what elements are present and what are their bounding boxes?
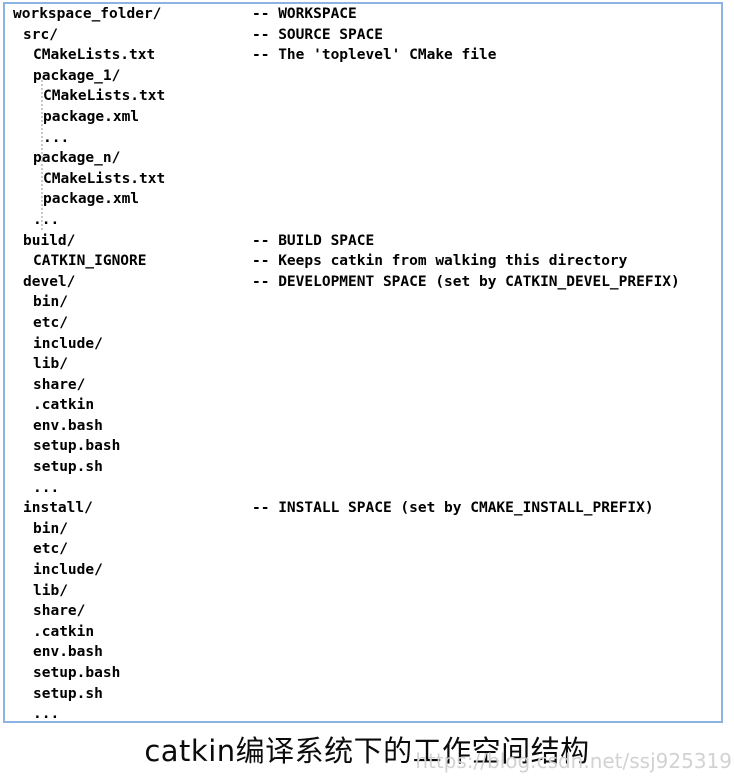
tree-line-path: package_1/ bbox=[33, 67, 121, 84]
tree-line-path: devel/ bbox=[23, 273, 76, 290]
tree-line: package_1/ bbox=[5, 66, 721, 87]
tree-line-path: etc/ bbox=[33, 314, 68, 331]
tree-line-path: workspace_folder/ bbox=[13, 6, 162, 22]
tree-line: .catkin bbox=[5, 622, 721, 643]
tree-line-comment: -- WORKSPACE bbox=[252, 6, 357, 22]
tree-line: include/ bbox=[5, 334, 721, 355]
figure-caption: catkin编译系统下的工作空间结构 bbox=[144, 734, 590, 768]
tree-line: env.bash bbox=[5, 416, 721, 437]
tree-line: CMakeLists.txt -- The 'toplevel' CMake fi… bbox=[5, 45, 721, 66]
tree-line: ... bbox=[5, 128, 721, 149]
tree-line-path: CMakeLists.txt bbox=[43, 88, 166, 105]
tree-line: lib/ bbox=[5, 581, 721, 602]
tree-line-comment: -- DEVELOPMENT SPACE (set by CATKIN_DEVE… bbox=[252, 273, 680, 290]
workspace-structure-panel: workspace_folder/ -- WORKSPACE src/ -- SOUR… bbox=[3, 2, 723, 723]
directory-tree-listing: workspace_folder/ -- WORKSPACE src/ -- SOUR… bbox=[5, 4, 721, 723]
tree-line-path: build/ bbox=[23, 232, 76, 249]
tree-line: etc/ bbox=[5, 539, 721, 560]
tree-line: devel/ -- DEVELOPMENT SPACE (set by CATKI… bbox=[5, 272, 721, 293]
tree-line-path: CMakeLists.txt bbox=[33, 47, 156, 64]
tree-line-comment: -- Keeps catkin from walking this direct… bbox=[252, 253, 628, 270]
tree-line-path: etc/ bbox=[33, 541, 68, 558]
tree-line-path: ... bbox=[33, 211, 60, 228]
tree-line-path: share/ bbox=[33, 376, 86, 393]
tree-line: package.xml bbox=[5, 107, 721, 128]
tree-line-path: setup.sh bbox=[33, 685, 103, 702]
tree-line: lib/ bbox=[5, 354, 721, 375]
tree-line-path: CMakeLists.txt bbox=[43, 170, 166, 187]
tree-line-comment: -- The 'toplevel' CMake file bbox=[252, 47, 497, 64]
tree-line-path: package_n/ bbox=[33, 150, 121, 167]
tree-line-path: ... bbox=[33, 479, 60, 496]
tree-line: .catkin bbox=[5, 395, 721, 416]
tree-line-path: lib/ bbox=[33, 356, 68, 373]
tree-line-path: CATKIN_IGNORE bbox=[33, 253, 147, 270]
tree-line: ... bbox=[5, 704, 721, 723]
tree-line-path: setup.bash bbox=[33, 665, 121, 681]
tree-line: setup.bash bbox=[5, 663, 721, 684]
tree-line: build/ -- BUILD SPACE bbox=[5, 231, 721, 252]
tree-line-path: .catkin bbox=[33, 623, 95, 640]
tree-line-path: setup.sh bbox=[33, 459, 103, 476]
tree-line-path: ... bbox=[33, 706, 60, 723]
tree-line-path: lib/ bbox=[33, 582, 68, 599]
tree-line-path: bin/ bbox=[33, 294, 68, 311]
tree-line: share/ bbox=[5, 601, 721, 622]
tree-line-path: share/ bbox=[33, 603, 86, 620]
tree-line: package.xml bbox=[5, 189, 721, 210]
tree-line-comment: -- SOURCE SPACE bbox=[252, 26, 383, 43]
tree-line-comment: -- INSTALL SPACE (set by CMAKE_INSTALL_P… bbox=[252, 500, 654, 517]
tree-line: setup.sh bbox=[5, 684, 721, 705]
tree-line: bin/ bbox=[5, 519, 721, 540]
tree-line: setup.bash bbox=[5, 436, 721, 457]
tree-line: include/ bbox=[5, 560, 721, 581]
tree-line: CATKIN_IGNORE -- Keeps catkin from walkin… bbox=[5, 251, 721, 272]
tree-line-path: package.xml bbox=[43, 108, 140, 125]
tree-line: workspace_folder/ -- WORKSPACE bbox=[5, 4, 721, 25]
tree-line-path: include/ bbox=[33, 562, 103, 579]
tree-line-path: env.bash bbox=[33, 644, 103, 661]
tree-line-path: .catkin bbox=[33, 397, 95, 414]
tree-line-path: include/ bbox=[33, 335, 103, 352]
tree-line: src/ -- SOURCE SPACE bbox=[5, 25, 721, 46]
tree-line: ... bbox=[5, 478, 721, 499]
tree-line: env.bash bbox=[5, 642, 721, 663]
tree-line-path: src/ bbox=[23, 26, 58, 43]
tree-line-path: install/ bbox=[23, 500, 93, 517]
tree-line: CMakeLists.txt bbox=[5, 86, 721, 107]
tree-line: install/ -- INSTALL SPACE (set by CMAKE_I… bbox=[5, 498, 721, 519]
tree-line-comment: -- BUILD SPACE bbox=[252, 232, 375, 249]
tree-line: etc/ bbox=[5, 313, 721, 334]
tree-line-path: package.xml bbox=[43, 191, 140, 208]
tree-line: ... bbox=[5, 210, 721, 231]
tree-line-path: bin/ bbox=[33, 520, 68, 537]
tree-line-path: ... bbox=[43, 129, 70, 146]
tree-line: CMakeLists.txt bbox=[5, 169, 721, 190]
tree-line: setup.sh bbox=[5, 457, 721, 478]
tree-line: share/ bbox=[5, 375, 721, 396]
tree-line-path: setup.bash bbox=[33, 438, 121, 455]
tree-line: package_n/ bbox=[5, 148, 721, 169]
tree-line-path: env.bash bbox=[33, 417, 103, 434]
tree-line: bin/ bbox=[5, 292, 721, 313]
